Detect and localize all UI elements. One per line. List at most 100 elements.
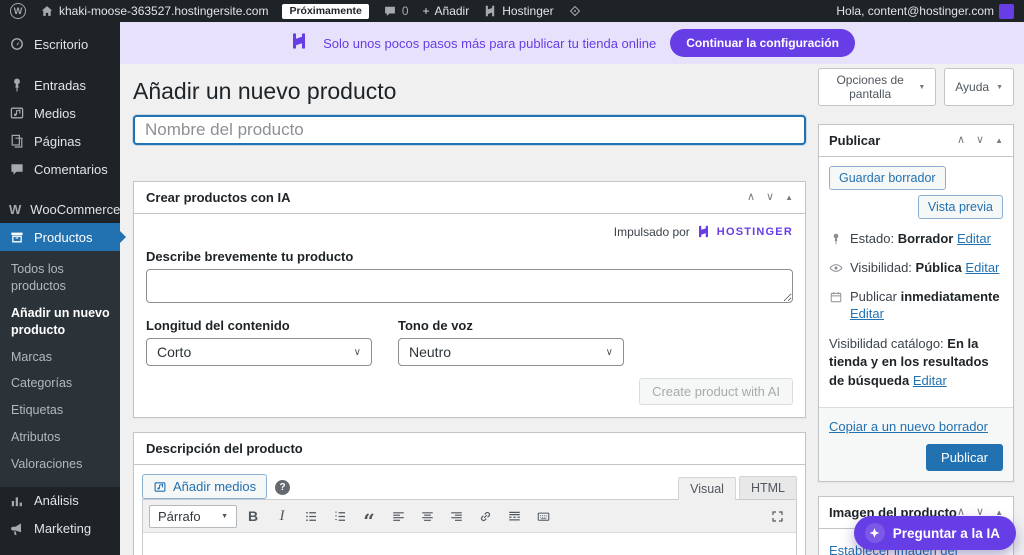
chevron-down-icon: ∨ bbox=[354, 347, 361, 358]
catalog-visibility-row: Visibilidad catálogo: En la tienda y en … bbox=[829, 335, 1003, 392]
hostinger-menu-link[interactable]: Hostinger bbox=[483, 4, 553, 18]
ai-description-textarea[interactable] bbox=[146, 269, 793, 303]
blockquote-button[interactable]: “ bbox=[356, 504, 382, 528]
edit-schedule-link[interactable]: Editar bbox=[850, 306, 884, 321]
tab-visual[interactable]: Visual bbox=[678, 477, 736, 500]
submenu-categories[interactable]: Categorías bbox=[0, 370, 120, 397]
submenu-all-products[interactable]: Todos los productos bbox=[0, 256, 120, 300]
save-draft-button[interactable]: Guardar borrador bbox=[829, 166, 946, 190]
sidebar-item-pages[interactable]: Páginas bbox=[0, 127, 120, 155]
site-name: khaki-moose-363527.hostingersite.com bbox=[59, 4, 268, 18]
chevron-down-icon: ∨ bbox=[606, 347, 613, 358]
screen-options-button[interactable]: Opciones de pantalla ▼ bbox=[818, 68, 936, 106]
current-menu-arrow bbox=[119, 230, 126, 244]
ai-sparkle-icon bbox=[865, 523, 885, 543]
create-product-ai-button[interactable]: Create product with AI bbox=[639, 378, 793, 405]
bullet-list-button[interactable] bbox=[298, 504, 324, 528]
continue-setup-button[interactable]: Continuar la configuración bbox=[670, 29, 855, 57]
product-description-panel: Descripción del producto Añadir medios ?… bbox=[133, 432, 806, 555]
toggle-panel-icon[interactable]: ▲ bbox=[995, 137, 1003, 145]
dropdown-arrow-icon: ▼ bbox=[221, 513, 228, 520]
length-label: Longitud del contenido bbox=[146, 318, 372, 333]
editor-content-area[interactable] bbox=[143, 533, 796, 555]
media-icon bbox=[153, 480, 167, 494]
toggle-panel-icon[interactable]: ▲ bbox=[785, 194, 793, 202]
wordpress-logo-icon: W bbox=[10, 3, 26, 19]
copy-to-new-draft-link[interactable]: Copiar a un nuevo borrador bbox=[829, 419, 988, 434]
new-content-label: Añadir bbox=[435, 4, 470, 18]
dropdown-arrow-icon: ▼ bbox=[996, 84, 1003, 91]
product-name-input[interactable] bbox=[133, 115, 806, 145]
home-icon bbox=[40, 4, 54, 18]
align-right-button[interactable] bbox=[443, 504, 469, 528]
tone-of-voice-select[interactable]: Neutro ∨ bbox=[398, 338, 624, 366]
new-content-link[interactable]: + Añadir bbox=[423, 4, 470, 18]
sidebar-item-media[interactable]: Medios bbox=[0, 99, 120, 127]
move-up-icon[interactable]: ∧ bbox=[747, 192, 755, 203]
tone-label: Tono de voz bbox=[398, 318, 624, 333]
edit-catalog-visibility-link[interactable]: Editar bbox=[913, 373, 947, 388]
publish-on-value: inmediatamente bbox=[901, 289, 1000, 304]
sidebar-item-posts[interactable]: Entradas bbox=[0, 71, 120, 99]
wordpress-admin-page: W khaki-moose-363527.hostingersite.com P… bbox=[0, 0, 1024, 555]
comment-icon bbox=[383, 4, 397, 18]
eye-icon bbox=[829, 261, 843, 275]
paragraph-format-select[interactable]: Párrafo ▼ bbox=[149, 505, 237, 528]
submenu-reviews[interactable]: Valoraciones bbox=[0, 451, 120, 478]
submenu-tags[interactable]: Etiquetas bbox=[0, 397, 120, 424]
submenu-add-product[interactable]: Añadir un nuevo producto bbox=[0, 300, 120, 344]
ai-panel-header[interactable]: Crear productos con IA ∧ ∨ ▲ bbox=[134, 182, 805, 214]
editor-toolbar: Párrafo ▼ B I “ bbox=[143, 500, 796, 533]
move-down-icon[interactable]: ∨ bbox=[976, 135, 984, 146]
submenu-brands[interactable]: Marcas bbox=[0, 344, 120, 371]
gem-menu[interactable] bbox=[568, 4, 582, 18]
sidebar-item-products[interactable]: Productos bbox=[0, 223, 120, 251]
admin-bar: W khaki-moose-363527.hostingersite.com P… bbox=[0, 0, 1024, 22]
pages-icon bbox=[9, 133, 25, 149]
pin-icon bbox=[829, 232, 843, 246]
ask-ai-floating-button[interactable]: Preguntar a la IA bbox=[854, 516, 1016, 550]
tab-html[interactable]: HTML bbox=[739, 476, 797, 499]
help-button[interactable]: Ayuda ▼ bbox=[944, 68, 1014, 106]
bold-button[interactable]: B bbox=[240, 504, 266, 528]
numbered-list-button[interactable] bbox=[327, 504, 353, 528]
calendar-icon bbox=[829, 290, 843, 304]
move-up-icon[interactable]: ∧ bbox=[957, 135, 965, 146]
account-menu[interactable]: Hola, content@hostinger.com bbox=[836, 4, 1014, 19]
diamond-icon bbox=[568, 4, 582, 18]
toolbar-toggle-button[interactable] bbox=[530, 504, 556, 528]
read-more-tag-button[interactable] bbox=[501, 504, 527, 528]
avatar bbox=[999, 4, 1014, 19]
edit-status-link[interactable]: Editar bbox=[957, 231, 991, 246]
link-button[interactable] bbox=[472, 504, 498, 528]
wordpress-menu[interactable]: W bbox=[10, 3, 26, 19]
sidebar-item-woocommerce[interactable]: W WooCommerce bbox=[0, 196, 120, 223]
add-media-button[interactable]: Añadir medios bbox=[142, 474, 267, 499]
sidebar-item-analytics[interactable]: Análisis bbox=[0, 487, 120, 515]
description-panel-header[interactable]: Descripción del producto bbox=[134, 433, 805, 465]
align-center-button[interactable] bbox=[414, 504, 440, 528]
woocommerce-icon: W bbox=[9, 202, 21, 217]
banner-text: Solo unos pocos pasos más para publicar … bbox=[323, 36, 656, 51]
preview-button[interactable]: Vista previa bbox=[918, 195, 1003, 219]
submenu-attributes[interactable]: Atributos bbox=[0, 424, 120, 451]
products-submenu: Todos los productos Añadir un nuevo prod… bbox=[0, 251, 120, 487]
hostinger-wordmark: HOSTINGER bbox=[717, 226, 793, 238]
publish-panel-header[interactable]: Publicar ∧ ∨ ▲ bbox=[819, 125, 1013, 157]
visibility-value: Pública bbox=[916, 260, 962, 275]
help-icon[interactable]: ? bbox=[275, 480, 290, 495]
content-length-select[interactable]: Corto ∨ bbox=[146, 338, 372, 366]
sidebar-item-dashboard[interactable]: Escritorio bbox=[0, 30, 120, 58]
site-link[interactable]: khaki-moose-363527.hostingersite.com bbox=[40, 4, 268, 18]
comments-link[interactable]: 0 bbox=[383, 4, 409, 18]
fullscreen-button[interactable] bbox=[764, 504, 790, 528]
italic-button[interactable]: I bbox=[269, 504, 295, 528]
hostinger-setup-banner: Solo unos pocos pasos más para publicar … bbox=[120, 22, 1024, 64]
publish-button[interactable]: Publicar bbox=[926, 444, 1003, 471]
move-down-icon[interactable]: ∨ bbox=[766, 192, 774, 203]
sidebar-item-marketing[interactable]: Marketing bbox=[0, 515, 120, 543]
align-left-button[interactable] bbox=[385, 504, 411, 528]
sidebar-item-comments[interactable]: Comentarios bbox=[0, 155, 120, 183]
edit-visibility-link[interactable]: Editar bbox=[965, 260, 999, 275]
hostinger-logo-icon bbox=[289, 31, 309, 56]
